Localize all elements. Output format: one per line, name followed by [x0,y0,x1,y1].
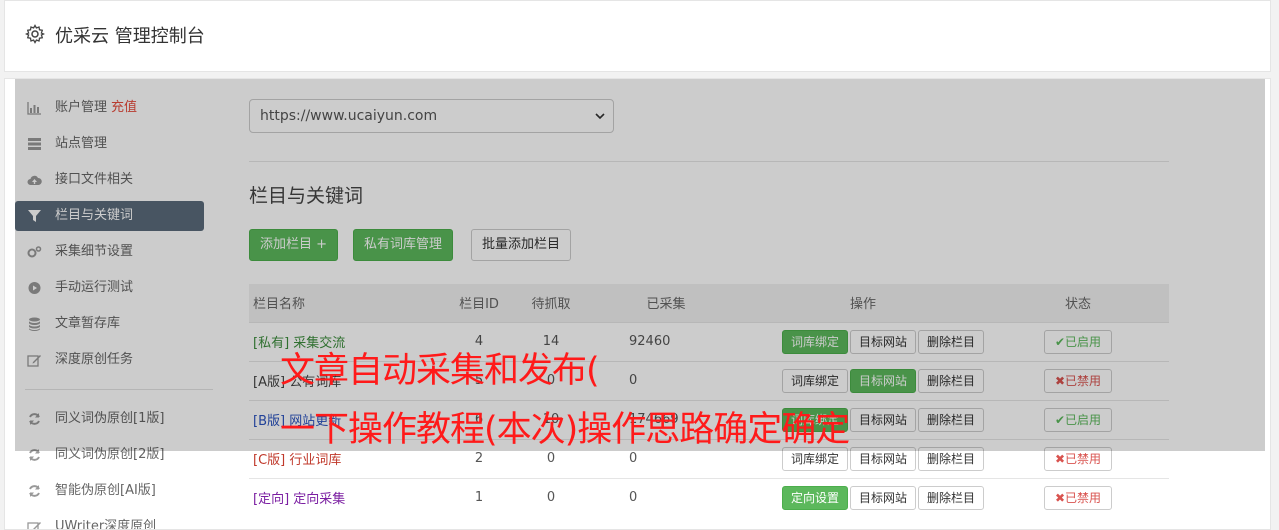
col-header-actions: 操作 [739,284,987,322]
top-header: 优采云 管理控制台 [4,0,1271,72]
status-enabled-badge[interactable]: ✔已启用 [1043,329,1113,354]
filter-icon [28,210,41,222]
status-cell: ✖已禁用 [987,360,1169,400]
status-cell: ✔已启用 [987,321,1169,361]
delete-column-button[interactable]: 删除栏目 [917,485,984,510]
sidebar-item-interface-files[interactable]: 接口文件相关 [15,165,204,195]
sidebar-item-label: 深度原创任务 [55,352,134,367]
collected-count: 0 [593,477,739,517]
sidebar-item-label: 栏目与关键词 [55,208,134,223]
status-cell: ✖已禁用 [987,477,1169,517]
delete-column-button[interactable]: 删除栏目 [917,329,984,354]
overlay-caption-line1: 文章自动采集和发布( [280,351,600,391]
site-select[interactable]: https://www.ucaiyun.com [249,99,614,133]
status-cell: ✖已禁用 [987,438,1169,478]
server-icon [28,138,41,150]
sidebar-item-synonym-v1[interactable]: 同义词伪原创[1版] [15,404,204,434]
private-lexicon-button[interactable]: 私有词库管理 [353,229,454,261]
sidebar-item-collect-settings[interactable]: 采集细节设置 [15,237,204,267]
add-column-button[interactable]: 添加栏目 + [249,229,339,261]
sidebar-item-synonym-v2[interactable]: 同义词伪原创[2版] [15,440,204,470]
recharge-link[interactable]: 充值 [111,100,137,115]
status-enabled-badge[interactable]: ✔已启用 [1043,407,1113,432]
sidebar-item-label: 同义词伪原创[1版] [55,411,165,426]
collected-count: 92460 [593,321,739,361]
delete-column-button[interactable]: 删除栏目 [917,407,984,432]
col-header-pending: 待抓取 [509,284,593,322]
sidebar-item-deep-original[interactable]: 深度原创任务 [15,345,204,375]
col-header-status: 状态 [987,284,1169,322]
column-name: 定向采集 [293,492,346,508]
chevron-down-icon [595,113,605,120]
sidebar-item-columns-keywords[interactable]: 栏目与关键词 [15,201,204,231]
column-name: 行业词库 [289,453,342,468]
lexicon-bind-button[interactable]: 词库绑定 [781,329,848,354]
sidebar-item-label: 账户管理 [55,100,108,115]
sidebar-item-label: 文章暂存库 [55,316,121,331]
delete-column-button[interactable]: 删除栏目 [917,446,984,471]
column-tag: [定向] [253,492,290,508]
status-disabled-badge[interactable]: ✖已禁用 [1043,368,1113,393]
sidebar-item-article-store[interactable]: 文章暂存库 [15,309,204,339]
sidebar-item-sites[interactable]: 站点管理 [15,129,204,159]
section-divider [249,161,1169,162]
pending-count[interactable]: 0 [509,477,593,517]
column-tag: [C版] [253,453,286,468]
sidebar-divider [25,389,213,390]
database-icon [29,317,40,331]
cloud-upload-icon [27,175,42,185]
sidebar-item-manual-run[interactable]: 手动运行测试 [15,273,204,303]
batch-add-columns-button[interactable]: 批量添加栏目 [471,229,572,261]
lexicon-bind-button[interactable]: 词库绑定 [781,368,848,393]
main-panel: 账户管理 充值 站点管理 接口文件相关 栏目与关键词 采集细节设置 手动运行测试 … [4,78,1271,530]
column-name-cell[interactable]: [定向] 定向采集 [249,477,449,517]
sidebar-item-ai-rewrite[interactable]: 智能伪原创[AI版] [15,476,204,506]
site-select-value: https://www.ucaiyun.com [260,108,438,124]
target-site-button[interactable]: 目标网站 [849,485,916,510]
cogs-icon [27,246,42,258]
edit-icon [27,522,41,529]
target-site-button[interactable]: 目标网站 [849,368,916,393]
target-site-button[interactable]: 目标网站 [849,407,916,432]
target-site-button[interactable]: 目标网站 [849,446,916,471]
direct-settings-button[interactable]: 定向设置 [781,485,848,510]
sidebar-item-account[interactable]: 账户管理 充值 [15,93,204,123]
sidebar: 账户管理 充值 站点管理 接口文件相关 栏目与关键词 采集细节设置 手动运行测试 … [15,93,215,530]
sidebar-item-label: 手动运行测试 [55,280,134,295]
sidebar-item-label: 站点管理 [55,136,108,151]
actions-cell: 定向设置 目标网站 删除栏目 [739,477,987,517]
status-disabled-badge[interactable]: ✖已禁用 [1043,446,1113,471]
delete-column-button[interactable]: 删除栏目 [917,368,984,393]
col-header-collected: 已采集 [593,284,739,322]
status-disabled-badge[interactable]: ✖已禁用 [1043,485,1113,510]
gear-icon [25,24,45,44]
refresh-icon [29,485,40,497]
collected-count: 0 [593,360,739,400]
status-cell: ✔已启用 [987,399,1169,439]
refresh-icon [29,449,40,461]
sidebar-item-uwriter[interactable]: UWriter深度原创 [15,512,204,530]
target-site-button[interactable]: 目标网站 [849,329,916,354]
refresh-icon [29,413,40,425]
sidebar-item-label: UWriter深度原创 [55,519,157,530]
actions-cell: 词库绑定 目标网站 删除栏目 [739,321,987,361]
overlay-caption-line2: 一下操作教程(本次)操作思路确定确定 [280,410,850,450]
table-header-row: 栏目名称 栏目ID 待抓取 已采集 操作 状态 [249,284,1169,322]
section-title: 栏目与关键词 [249,185,364,207]
sidebar-item-label: 采集细节设置 [55,244,134,259]
column-id: 1 [449,477,509,517]
actions-cell: 词库绑定 目标网站 删除栏目 [739,360,987,400]
sidebar-item-label: 同义词伪原创[2版] [55,447,165,462]
sidebar-item-label: 智能伪原创[AI版] [55,483,156,498]
table-row: [定向] 定向采集 1 0 0 定向设置 目标网站 删除栏目 ✖已禁用 [249,477,1169,517]
col-header-name: 栏目名称 [249,284,449,322]
edit-icon [27,355,41,367]
sidebar-item-label: 接口文件相关 [55,172,134,187]
page-title: 优采云 管理控制台 [55,26,205,47]
col-header-id: 栏目ID [449,284,509,322]
bar-chart-icon [27,102,41,115]
play-circle-icon [28,282,41,294]
